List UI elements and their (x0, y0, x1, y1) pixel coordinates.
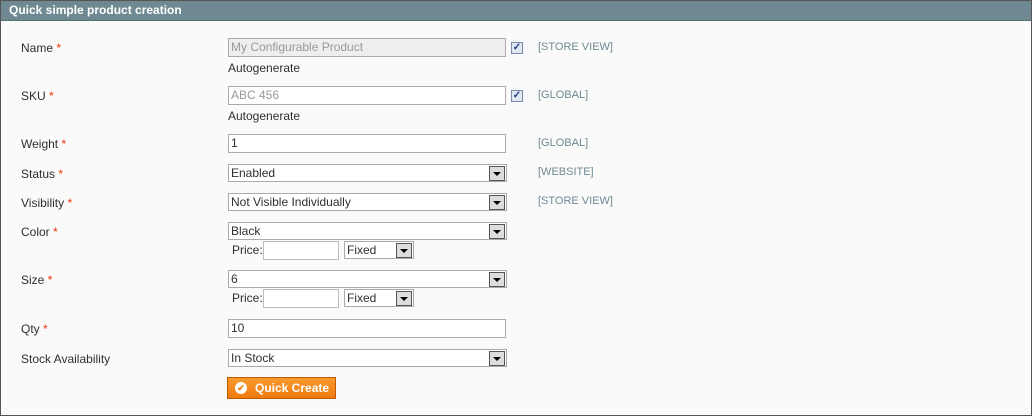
quick-create-button[interactable]: ✔ Quick Create (227, 377, 336, 399)
color-price-label: Price: (232, 243, 263, 257)
visibility-scope: [STORE VIEW] (538, 195, 613, 207)
chevron-down-icon (489, 224, 505, 239)
quick-create-panel: Quick simple product creation Name * My … (0, 0, 1032, 416)
sku-input[interactable]: ABC 456 (228, 86, 506, 105)
name-scope: [STORE VIEW] (538, 41, 613, 53)
qty-input[interactable]: 10 (228, 319, 506, 338)
sku-label: SKU * (21, 89, 54, 103)
sku-autogenerate-label: Autogenerate (228, 109, 301, 123)
name-autogenerate-checkbox[interactable]: ✓ (511, 42, 523, 54)
status-scope: [WEBSITE] (538, 166, 594, 178)
name-input[interactable]: My Configurable Product (228, 38, 506, 57)
color-label: Color * (21, 225, 58, 239)
stock-availability-label: Stock Availability (21, 352, 111, 366)
chevron-down-icon (489, 272, 505, 287)
sku-autogenerate-checkbox[interactable]: ✓ (511, 90, 523, 102)
size-price-type-select[interactable]: Fixed (344, 289, 414, 307)
name-autogenerate-label: Autogenerate (228, 61, 301, 75)
visibility-label: Visibility * (21, 196, 73, 210)
color-select[interactable]: Black (228, 222, 507, 240)
visibility-select[interactable]: Not Visible Individually (228, 193, 507, 211)
name-label: Name * (21, 41, 62, 55)
weight-label: Weight * (21, 137, 67, 151)
color-price-type-select[interactable]: Fixed (344, 241, 414, 259)
color-price-input[interactable] (263, 241, 339, 260)
chevron-down-icon (489, 166, 505, 181)
chevron-down-icon (489, 195, 505, 210)
sku-scope: [GLOBAL] (538, 89, 589, 101)
size-select[interactable]: 6 (228, 270, 507, 288)
status-select[interactable]: Enabled (228, 164, 507, 182)
size-label: Size * (21, 273, 53, 287)
weight-scope: [GLOBAL] (538, 137, 589, 149)
chevron-down-icon (396, 243, 412, 258)
panel-title: Quick simple product creation (1, 1, 1031, 21)
weight-input[interactable]: 1 (228, 134, 506, 153)
stock-availability-select[interactable]: In Stock (228, 349, 507, 367)
chevron-down-icon (489, 351, 505, 366)
size-price-label: Price: (232, 291, 263, 305)
chevron-down-icon (396, 291, 412, 306)
qty-label: Qty * (21, 322, 48, 336)
status-label: Status * (21, 167, 64, 181)
checkmark-icon: ✔ (235, 382, 247, 394)
size-price-input[interactable] (263, 289, 339, 308)
